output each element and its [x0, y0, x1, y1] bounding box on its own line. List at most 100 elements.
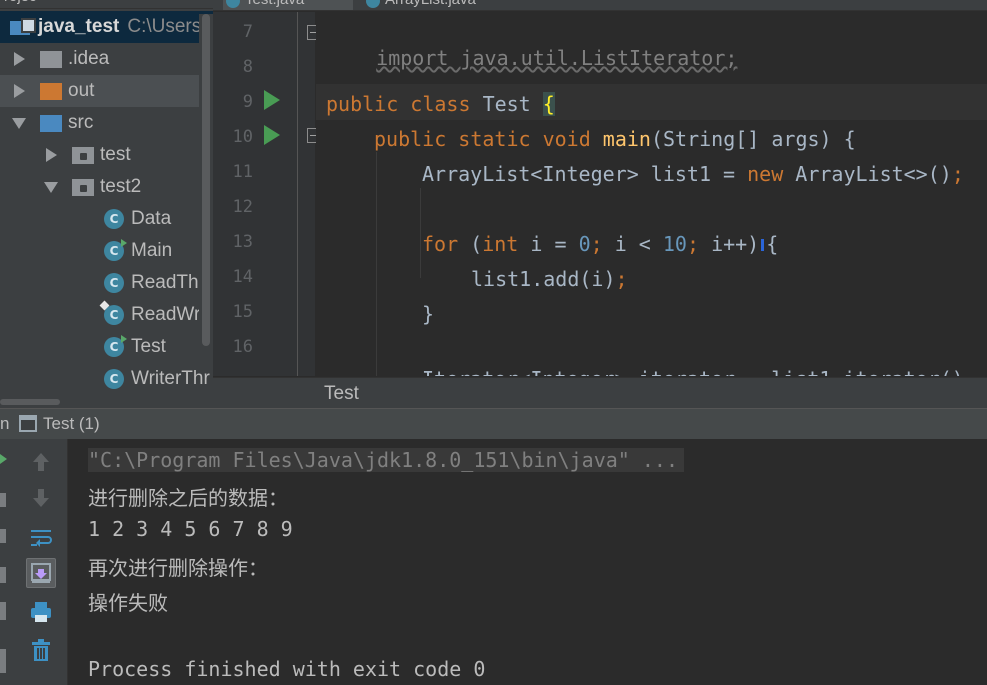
tree-node-module[interactable]: java_test C:\Users\9 — [0, 11, 213, 43]
console-line: 1 2 3 4 5 6 7 8 9 — [88, 517, 293, 541]
rerun-icon — [0, 454, 7, 464]
tree-node-out[interactable]: out — [0, 75, 213, 107]
editor-tab-bar: Test.java ArrayList.java — [213, 0, 987, 11]
source-folder-icon — [40, 114, 62, 132]
tree-label: Test — [131, 336, 166, 357]
folder-icon — [40, 50, 62, 68]
tree-label: Main — [131, 240, 173, 261]
tree-label: test2 — [100, 176, 142, 197]
line-number: 12 — [232, 197, 253, 217]
tree-node-class-writerthread[interactable]: C WriterThr — [0, 363, 213, 395]
tab-label: Test.java — [245, 0, 304, 8]
editor-breadcrumb[interactable]: Test — [213, 377, 987, 408]
console-icon — [19, 415, 37, 432]
tree-node-idea[interactable]: .idea — [0, 43, 213, 75]
run-toolbar — [14, 439, 68, 685]
line-number: 9 — [242, 92, 253, 112]
run-config-tab[interactable]: Test (1) — [43, 414, 100, 434]
trash-icon[interactable] — [26, 635, 56, 665]
class-thread-icon: C — [104, 305, 124, 325]
run-toolbar-outer-icons — [0, 454, 7, 673]
line-number: 14 — [232, 267, 253, 287]
module-label: java_test — [38, 16, 120, 37]
arrow-up-icon[interactable] — [26, 447, 56, 477]
chevron-down-icon[interactable] — [12, 116, 26, 130]
project-header-label: rojec — [4, 0, 37, 5]
tree-node-class-main[interactable]: C Main — [0, 235, 213, 267]
chevron-right-icon[interactable] — [12, 84, 26, 98]
tree-node-class-test[interactable]: C Test — [0, 331, 213, 363]
project-tool-window: rojec java_test C:\Users\9 .idea out src… — [0, 0, 213, 408]
scrollbar-thumb[interactable] — [202, 14, 210, 346]
chevron-right-icon[interactable] — [44, 148, 58, 162]
soft-wrap-icon[interactable] — [26, 523, 56, 553]
arrow-down-icon[interactable] — [26, 483, 56, 513]
line-number: 10 — [232, 127, 253, 147]
code-line-10: public static void main(String[] args) { — [374, 127, 856, 151]
stop-icon — [0, 493, 6, 507]
tab-arraylist-java[interactable]: ArrayList.java — [363, 0, 523, 10]
project-header-strip: rojec — [0, 0, 213, 9]
console-command-line: "C:\Program Files\Java\jdk1.8.0_151\bin\… — [88, 448, 685, 472]
tree-node-class-data[interactable]: C Data — [0, 203, 213, 235]
line-number: 16 — [232, 337, 253, 357]
console-line: 进行删除之后的数据： — [88, 486, 288, 510]
tree-label: out — [68, 80, 95, 101]
class-icon: C — [104, 209, 124, 229]
pin-icon — [0, 649, 6, 673]
tab-label: ArrayList.java — [385, 0, 476, 8]
horizontal-scrollbar[interactable] — [0, 396, 213, 408]
console-output[interactable]: "C:\Program Files\Java\jdk1.8.0_151\bin\… — [69, 439, 987, 685]
suspend-icon — [0, 529, 6, 543]
code-line-7: import java.util.ListIterator; — [376, 46, 738, 70]
tree-label: Data — [131, 208, 172, 229]
editor-gutter: 7 8 9 10 11 12 13 14 15 16 — [213, 12, 370, 376]
folder-excluded-icon — [40, 82, 62, 100]
chevron-down-icon[interactable] — [44, 180, 58, 194]
tree-node-class-readthread[interactable]: C ReadThre — [0, 267, 213, 299]
code-line-11: ArrayList<Integer> list1 = new ArrayList… — [422, 162, 964, 186]
tree-node-package-test2[interactable]: test2 — [0, 171, 213, 203]
tree-label: test — [100, 144, 131, 165]
dump-icon — [0, 567, 6, 583]
code-editor[interactable]: import java.util.ListIterator; public cl… — [316, 12, 987, 376]
code-line-15: } — [422, 302, 435, 326]
module-icon — [10, 18, 36, 36]
run-class-icon[interactable] — [264, 90, 280, 110]
console-line: 操作失败 — [88, 591, 168, 615]
console-line: 再次进行删除操作： — [88, 556, 268, 580]
line-number: 8 — [242, 57, 253, 77]
code-line-13: for (int i = 0; i < 10; i++){ — [422, 232, 779, 256]
class-runnable-icon: C — [104, 335, 127, 357]
run-tab-prefix: n — [0, 414, 10, 433]
class-icon: C — [104, 273, 124, 293]
run-main-icon[interactable] — [264, 125, 280, 145]
code-line-9: public class Test { — [326, 92, 555, 116]
tree-node-src[interactable]: src — [0, 107, 213, 139]
run-toolbar-outer — [0, 439, 14, 685]
project-vertical-scrollbar[interactable] — [199, 14, 213, 346]
settings-icon — [0, 602, 6, 620]
line-number: 11 — [232, 162, 253, 182]
breadcrumb-item[interactable]: Test — [324, 383, 359, 405]
line-number: 15 — [232, 302, 253, 322]
code-line-14: list1.add(i); — [471, 267, 628, 291]
class-runnable-icon: C — [104, 239, 127, 261]
console-exit-line: Process finished with exit code 0 — [88, 657, 486, 681]
package-icon — [72, 146, 94, 164]
class-icon — [226, 0, 240, 8]
chevron-right-icon[interactable] — [12, 52, 26, 66]
class-icon — [366, 0, 380, 8]
tree-label: .idea — [68, 48, 110, 69]
print-icon[interactable] — [26, 597, 56, 627]
line-number: 7 — [242, 22, 253, 42]
package-icon — [72, 178, 94, 196]
scroll-to-end-icon[interactable] — [26, 558, 56, 588]
tree-node-package-test[interactable]: test — [0, 139, 213, 171]
line-number: 13 — [232, 232, 253, 252]
run-tool-window-header: n Test (1) — [0, 408, 987, 439]
tree-node-class-readwrite[interactable]: C ReadWrit — [0, 299, 213, 331]
tree-label: src — [68, 112, 94, 133]
tab-test-java[interactable]: Test.java — [223, 0, 353, 10]
bookmark-caret-icon — [761, 239, 765, 251]
